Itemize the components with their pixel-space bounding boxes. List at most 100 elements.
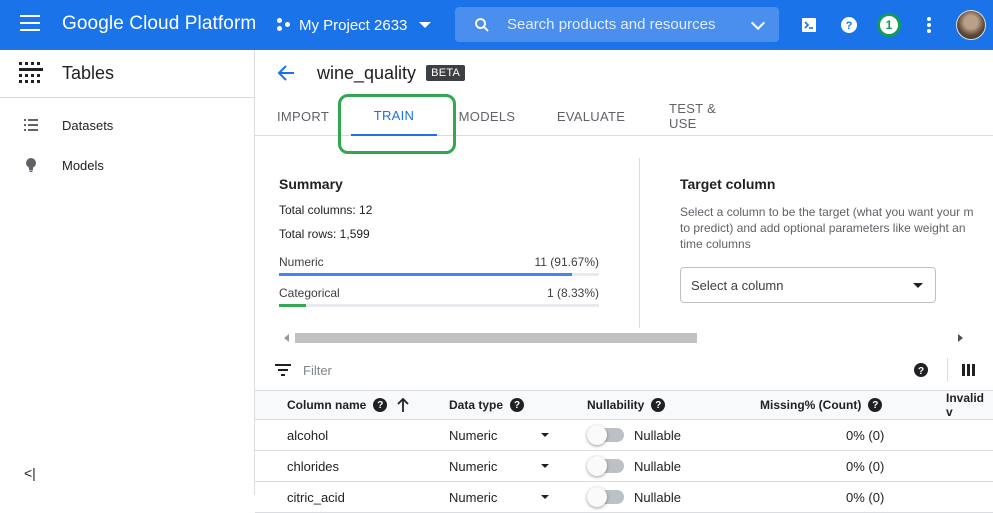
dropdown-arrow-icon (541, 464, 549, 468)
nullability-cell: Nullable (587, 420, 681, 450)
data-type-value: Numeric (449, 427, 498, 443)
hamburger-menu-icon[interactable] (20, 15, 40, 33)
data-type-value: Numeric (449, 458, 498, 474)
header-label: Column name (287, 398, 367, 412)
help-icon[interactable]: ? (651, 398, 666, 412)
filter-bar: ? (255, 350, 993, 390)
target-column-panel: Target column Select a column to be the … (680, 176, 993, 303)
nullability-cell: Nullable (587, 482, 681, 512)
header-label: Missing% (Count) (760, 398, 862, 412)
scroll-right-icon[interactable] (958, 334, 963, 342)
sort-up-arrow-icon[interactable] (397, 398, 409, 412)
table-header: Column name ? Data type ? Nullability ? … (255, 390, 993, 420)
filter-input[interactable] (303, 362, 803, 378)
header-column-name[interactable]: Column name ? (287, 391, 409, 419)
tab-models[interactable]: MODELS (459, 96, 515, 136)
notifications-button[interactable]: 1 (869, 0, 909, 50)
nullability-label: Nullable (634, 489, 681, 505)
nullable-toggle[interactable] (587, 456, 624, 476)
column-display-icon[interactable] (962, 363, 976, 377)
data-type-select[interactable]: Numeric (449, 451, 549, 481)
help-icon[interactable]: ? (510, 398, 525, 412)
header-label: Data type (449, 398, 504, 412)
notification-count: 1 (877, 13, 901, 37)
chevron-down-icon[interactable] (750, 15, 766, 31)
nullable-toggle[interactable] (587, 425, 624, 445)
chevron-down-icon (419, 22, 432, 28)
project-dots-icon (277, 18, 291, 32)
list-icon (0, 119, 62, 131)
target-column-select[interactable]: Select a column (680, 267, 936, 303)
select-placeholder: Select a column (691, 277, 784, 293)
nullability-cell: Nullable (587, 451, 681, 481)
account-button[interactable] (949, 0, 993, 50)
total-columns: Total columns: 12 (279, 203, 373, 217)
project-selector[interactable]: My Project 2633 (277, 9, 432, 41)
tab-import[interactable]: IMPORT (277, 96, 329, 136)
scroll-left-icon[interactable] (284, 334, 289, 342)
breakdown-bar (279, 273, 599, 276)
categorical-breakdown: Categorical 1 (8.33%) (279, 286, 599, 316)
cloud-shell-icon[interactable] (789, 0, 829, 50)
missing-cell: 0% (0) (846, 427, 885, 443)
sidebar-item-label: Models (62, 157, 104, 173)
search-icon (475, 17, 489, 32)
header-nullability[interactable]: Nullability ? (587, 391, 666, 419)
table-row[interactable]: alcohol Numeric Nullable 0% (0) (255, 420, 993, 451)
header-invalid[interactable]: Invalid v (946, 391, 993, 419)
nav-title: Tables (62, 63, 115, 83)
search-input[interactable] (507, 16, 727, 33)
nullability-label: Nullable (634, 427, 681, 443)
filter-icon[interactable] (275, 364, 291, 376)
back-arrow-icon[interactable] (255, 65, 317, 81)
column-name-cell: chlorides (287, 458, 340, 474)
missing-cell: 0% (0) (846, 458, 885, 474)
data-type-select[interactable]: Numeric (449, 482, 549, 512)
breakdown-bar (279, 304, 599, 307)
dropdown-arrow-icon (541, 495, 549, 499)
tab-evaluate[interactable]: EVALUATE (557, 96, 625, 136)
help-icon[interactable]: ? (868, 398, 883, 412)
header-data-type[interactable]: Data type ? (449, 391, 525, 419)
horizontal-scrollbar[interactable] (281, 330, 966, 344)
table-row[interactable]: citric_acid Numeric Nullable 0% (0) (255, 482, 993, 513)
avatar (956, 10, 986, 40)
breakdown-label: Categorical (279, 286, 340, 300)
header-missing[interactable]: Missing% (Count) ? (760, 391, 883, 419)
search-box[interactable] (455, 7, 779, 42)
breakdown-value: 11 (91.67%) (534, 255, 599, 269)
lightbulb-icon (0, 158, 62, 172)
collapse-nav-button[interactable]: <| (24, 465, 36, 481)
breakdown-bar-fill (279, 273, 573, 276)
total-rows: Total rows: 1,599 (279, 227, 370, 241)
column-name-cell: citric_acid (287, 489, 345, 505)
summary-title: Summary (279, 176, 343, 192)
sidebar-item-datasets[interactable]: Datasets (0, 105, 254, 145)
nullability-label: Nullable (634, 458, 681, 474)
nullable-toggle[interactable] (587, 487, 624, 507)
help-icon[interactable]: ? (913, 362, 929, 378)
data-type-select[interactable]: Numeric (449, 420, 549, 450)
top-app-bar: Google Cloud Platform My Project 2633 ? … (0, 0, 993, 50)
breakdown-bar-fill (279, 304, 306, 307)
sidebar-item-label: Datasets (62, 117, 114, 133)
help-icon[interactable]: ? (829, 0, 869, 50)
highlight-annotation (338, 94, 456, 154)
top-actions: ? 1 (789, 0, 993, 50)
svg-text:?: ? (846, 20, 853, 32)
product-logo[interactable]: Google Cloud Platform (62, 13, 256, 35)
sidebar-item-models[interactable]: Models (0, 145, 254, 185)
numeric-breakdown: Numeric 11 (91.67%) (279, 255, 599, 285)
dropdown-arrow-icon (913, 282, 923, 288)
target-description: Select a column to be the target (what y… (680, 205, 974, 251)
main-content: wine_quality BETA IMPORT TRAIN MODELS EV… (255, 50, 993, 513)
table-row[interactable]: chlorides Numeric Nullable 0% (0) (255, 451, 993, 482)
tab-test-and-use[interactable]: TEST & USE (669, 96, 741, 136)
more-vert-icon[interactable] (909, 0, 949, 50)
tables-icon (19, 61, 43, 83)
help-icon[interactable]: ? (373, 398, 388, 412)
data-type-value: Numeric (449, 489, 498, 505)
dataset-name: wine_quality (317, 62, 417, 83)
scrollbar-thumb[interactable] (295, 333, 697, 343)
header-label: Nullability (587, 398, 645, 412)
